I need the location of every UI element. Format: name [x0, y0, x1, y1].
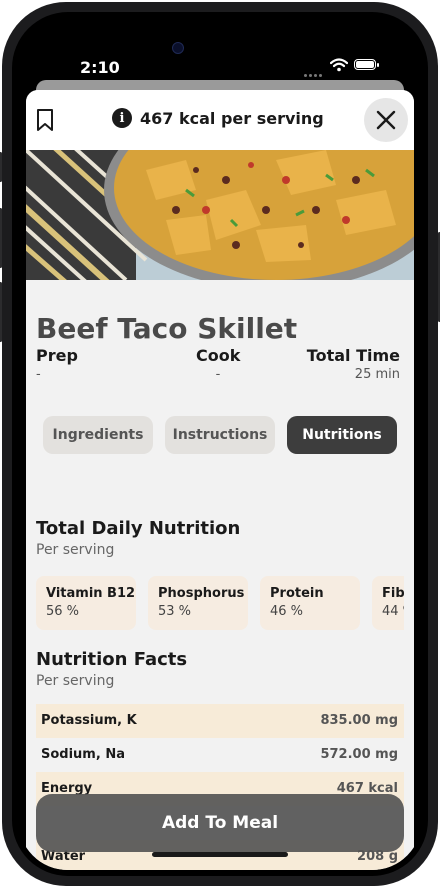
prep-label: Prep	[36, 346, 78, 365]
add-to-meal-button[interactable]: Add To Meal	[36, 794, 404, 852]
tab-nutritions[interactable]: Nutritions	[287, 416, 397, 454]
close-button[interactable]	[364, 98, 408, 142]
nutrient-card[interactable]: Fiber 44 %	[372, 576, 404, 630]
camera-dot	[172, 42, 184, 54]
cook-time: Cook -	[196, 346, 240, 382]
nutrient-card-name: Vitamin B12	[46, 586, 136, 601]
sheet-header: i 467 kcal per serving	[26, 90, 414, 150]
nutrient-card-percent: 53 %	[158, 604, 192, 619]
nutrient-card-name: Protein	[270, 586, 324, 601]
nutrient-card-percent: 46 %	[270, 604, 304, 619]
table-row: Potassium, K 835.00 mg	[36, 704, 404, 738]
nutrient-card-name: Fiber	[382, 586, 404, 601]
nutrient-card[interactable]: Phosphorus 53 %	[148, 576, 248, 630]
tab-instructions[interactable]: Instructions	[165, 416, 275, 454]
total-value: 25 min	[354, 367, 400, 382]
nutrient-card-name: Phosphorus	[158, 586, 245, 601]
nutrient-card-percent: 56 %	[46, 604, 80, 619]
nutrient-name: Potassium, K	[41, 713, 137, 728]
nutrient-value: 572.00 mg	[320, 747, 398, 762]
prep-time: Prep -	[36, 346, 78, 382]
nutrient-card[interactable]: Protein 46 %	[260, 576, 360, 630]
kcal-summary: i 467 kcal per serving	[112, 108, 324, 128]
cook-label: Cook	[196, 346, 241, 365]
recipe-title: Beef Taco Skillet	[36, 312, 298, 345]
nutrition-facts-title: Nutrition Facts	[36, 649, 188, 670]
cook-value: -	[215, 367, 221, 382]
volume-down-button	[0, 282, 2, 342]
wifi-icon	[330, 58, 348, 72]
table-row: Sodium, Na 572.00 mg	[36, 738, 404, 772]
daily-nutrition-subtitle: Per serving	[36, 542, 115, 558]
battery-icon	[354, 59, 379, 70]
total-label: Total Time	[306, 346, 400, 365]
bookmark-icon[interactable]	[36, 108, 54, 132]
cellular-signal-icon	[304, 62, 324, 81]
prep-value: -	[36, 367, 41, 382]
daily-nutrition-cards[interactable]: Vitamin B12 56 % Phosphorus 53 % Protein…	[36, 576, 404, 630]
recipe-sheet: i 467 kcal per serving Beef Taco Skillet…	[26, 90, 414, 870]
tab-ingredients[interactable]: Ingredients	[43, 416, 153, 454]
info-icon[interactable]: i	[112, 108, 132, 128]
status-time: 2:10	[80, 58, 120, 77]
mute-switch	[0, 152, 2, 182]
nutrient-card-percent: 44 %	[382, 604, 404, 619]
kcal-text: 467 kcal per serving	[140, 108, 324, 128]
nutrient-name: Sodium, Na	[41, 747, 125, 762]
daily-nutrition-title: Total Daily Nutrition	[36, 518, 241, 539]
nutrient-card[interactable]: Vitamin B12 56 %	[36, 576, 136, 630]
screen: 2:10 i 467 kcal per serving Beef Taco Sk…	[18, 18, 422, 870]
home-indicator[interactable]	[152, 852, 288, 857]
recipe-photo	[26, 150, 414, 280]
nutrient-value: 835.00 mg	[320, 713, 398, 728]
volume-up-button	[0, 208, 2, 268]
total-time: Total Time 25 min	[307, 346, 400, 382]
close-icon	[376, 110, 396, 130]
nutrition-facts-subtitle: Per serving	[36, 673, 115, 689]
